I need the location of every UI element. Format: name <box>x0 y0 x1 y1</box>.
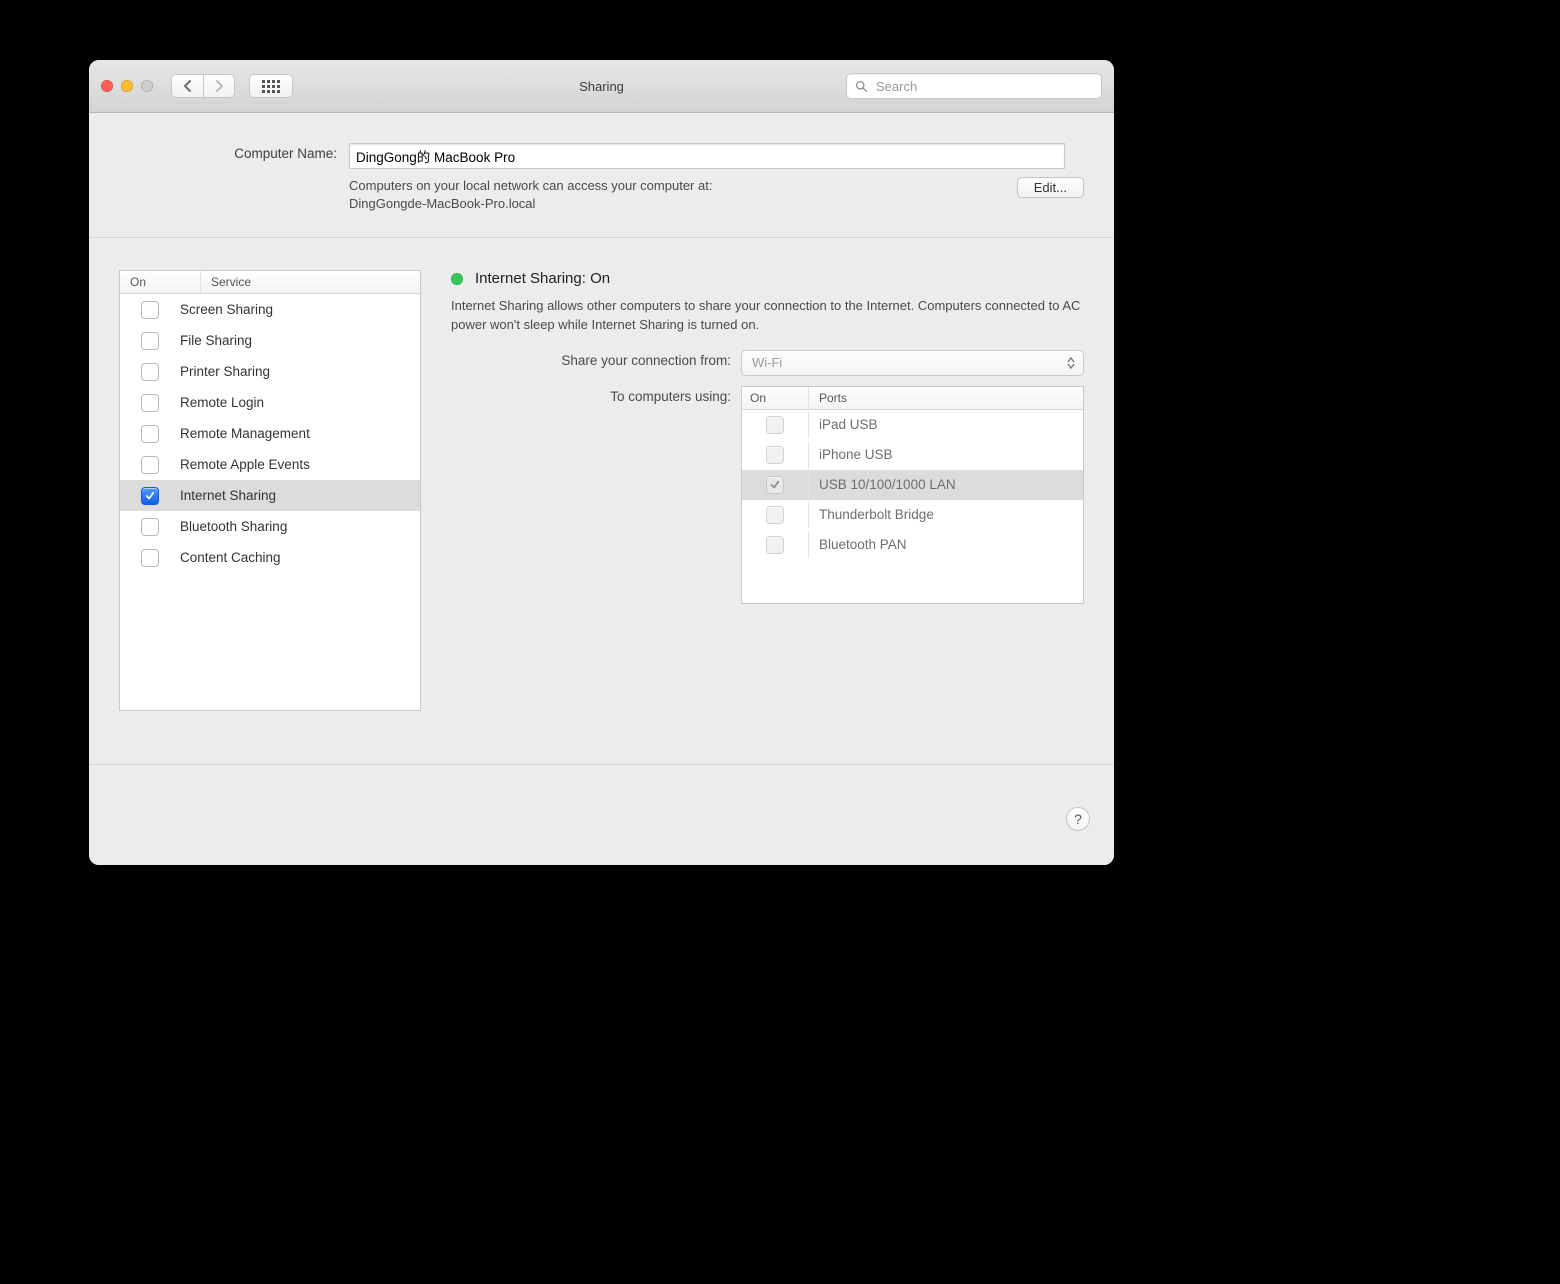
computer-name-label: Computer Name: <box>119 143 337 213</box>
select-stepper-icon <box>1063 353 1079 373</box>
computer-name-pane: Computer Name: Computers on your local n… <box>89 113 1114 238</box>
service-checkbox[interactable] <box>141 363 159 381</box>
zoom-window-button[interactable] <box>141 80 153 92</box>
service-row[interactable]: Remote Management <box>120 418 420 449</box>
search-icon <box>855 80 868 93</box>
services-header: On Service <box>120 271 420 294</box>
ports-header-ports: Ports <box>809 387 1083 409</box>
share-from-label: Share your connection from: <box>451 350 731 368</box>
port-row: Bluetooth PAN <box>742 530 1083 560</box>
service-checkbox[interactable] <box>141 487 159 505</box>
port-label: Thunderbolt Bridge <box>809 503 1083 526</box>
service-checkbox[interactable] <box>141 549 159 567</box>
port-label: iPhone USB <box>809 443 1083 466</box>
services-table: On Service Screen Sharing File Sharing Pri… <box>119 270 421 711</box>
services-header-on: On <box>120 271 201 293</box>
bottom-pane <box>89 764 1114 865</box>
service-row[interactable]: Screen Sharing <box>120 294 420 325</box>
service-label: Printer Sharing <box>180 364 410 379</box>
port-checkbox <box>766 476 784 494</box>
port-row: iPhone USB <box>742 440 1083 470</box>
ports-table: On Ports iPad USB iPhone USB USB 10/100/10… <box>741 386 1084 604</box>
show-all-button[interactable] <box>249 74 293 98</box>
port-label: Bluetooth PAN <box>809 533 1083 556</box>
computer-name-desc-row: Computers on your local network can acce… <box>349 177 1084 213</box>
chevron-right-icon <box>214 80 224 92</box>
help-button[interactable]: ? <box>1066 807 1090 831</box>
to-computers-label: To computers using: <box>451 386 731 404</box>
body: On Service Screen Sharing File Sharing Pri… <box>89 238 1114 741</box>
service-checkbox[interactable] <box>141 301 159 319</box>
computer-name-desc-line1: Computers on your local network can acce… <box>349 178 712 193</box>
service-label: Internet Sharing <box>180 488 410 503</box>
service-description: Internet Sharing allows other computers … <box>451 297 1084 333</box>
service-row[interactable]: Content Caching <box>120 542 420 573</box>
service-label: Screen Sharing <box>180 302 410 317</box>
port-label: USB 10/100/1000 LAN <box>809 473 1083 496</box>
service-label: Content Caching <box>180 550 410 565</box>
service-label: Bluetooth Sharing <box>180 519 410 534</box>
computer-name-right: Computers on your local network can acce… <box>349 143 1084 213</box>
service-label: Remote Management <box>180 426 410 441</box>
status-indicator-dot <box>451 273 463 285</box>
share-from-value: Wi-Fi <box>752 355 782 370</box>
chevron-left-icon <box>183 80 193 92</box>
services-header-service: Service <box>201 271 420 293</box>
to-computers-row: To computers using: On Ports iPad USB iPh… <box>451 386 1084 604</box>
service-row[interactable]: File Sharing <box>120 325 420 356</box>
port-checkbox <box>766 446 784 464</box>
share-from-row: Share your connection from: Wi-Fi <box>451 350 1084 376</box>
port-row: Thunderbolt Bridge <box>742 500 1083 530</box>
share-from-select[interactable]: Wi-Fi <box>741 350 1084 376</box>
service-checkbox[interactable] <box>141 456 159 474</box>
titlebar: Sharing <box>89 60 1114 113</box>
preferences-window: Sharing Computer Name: Computers on your… <box>89 60 1114 865</box>
status-text: Internet Sharing: On <box>475 270 610 287</box>
service-label: Remote Apple Events <box>180 457 410 472</box>
service-checkbox[interactable] <box>141 425 159 443</box>
service-label: Remote Login <box>180 395 410 410</box>
service-row[interactable]: Internet Sharing <box>120 480 420 511</box>
computer-name-desc-line2: DingGongde-MacBook-Pro.local <box>349 196 535 211</box>
detail-pane: Internet Sharing: On Internet Sharing al… <box>451 270 1084 711</box>
computer-name-description: Computers on your local network can acce… <box>349 177 1005 213</box>
service-row[interactable]: Remote Apple Events <box>120 449 420 480</box>
close-window-button[interactable] <box>101 80 113 92</box>
port-checkbox <box>766 506 784 524</box>
service-checkbox[interactable] <box>141 518 159 536</box>
port-row: iPad USB <box>742 410 1083 440</box>
port-label: iPad USB <box>809 413 1083 436</box>
service-checkbox[interactable] <box>141 332 159 350</box>
service-label: File Sharing <box>180 333 410 348</box>
service-row[interactable]: Remote Login <box>120 387 420 418</box>
forward-button[interactable] <box>203 74 235 98</box>
ports-header: On Ports <box>742 387 1083 410</box>
minimize-window-button[interactable] <box>121 80 133 92</box>
ports-header-on: On <box>742 387 809 409</box>
grid-icon <box>262 80 280 93</box>
service-checkbox[interactable] <box>141 394 159 412</box>
port-checkbox <box>766 416 784 434</box>
nav-segmented <box>171 74 235 98</box>
search-input[interactable] <box>874 78 1093 95</box>
computer-name-input[interactable] <box>349 143 1065 169</box>
service-row[interactable]: Bluetooth Sharing <box>120 511 420 542</box>
port-row: USB 10/100/1000 LAN <box>742 470 1083 500</box>
ports-rows: iPad USB iPhone USB USB 10/100/1000 LAN Thu… <box>742 410 1083 560</box>
port-checkbox <box>766 536 784 554</box>
service-row[interactable]: Printer Sharing <box>120 356 420 387</box>
services-rows: Screen Sharing File Sharing Printer Sharin… <box>120 294 420 573</box>
search-field-container[interactable] <box>846 73 1102 99</box>
window-controls <box>101 80 153 92</box>
status-line: Internet Sharing: On <box>451 270 1084 287</box>
chevron-down-icon <box>1067 363 1075 369</box>
edit-hostname-button[interactable]: Edit... <box>1017 177 1084 198</box>
back-button[interactable] <box>171 74 203 98</box>
